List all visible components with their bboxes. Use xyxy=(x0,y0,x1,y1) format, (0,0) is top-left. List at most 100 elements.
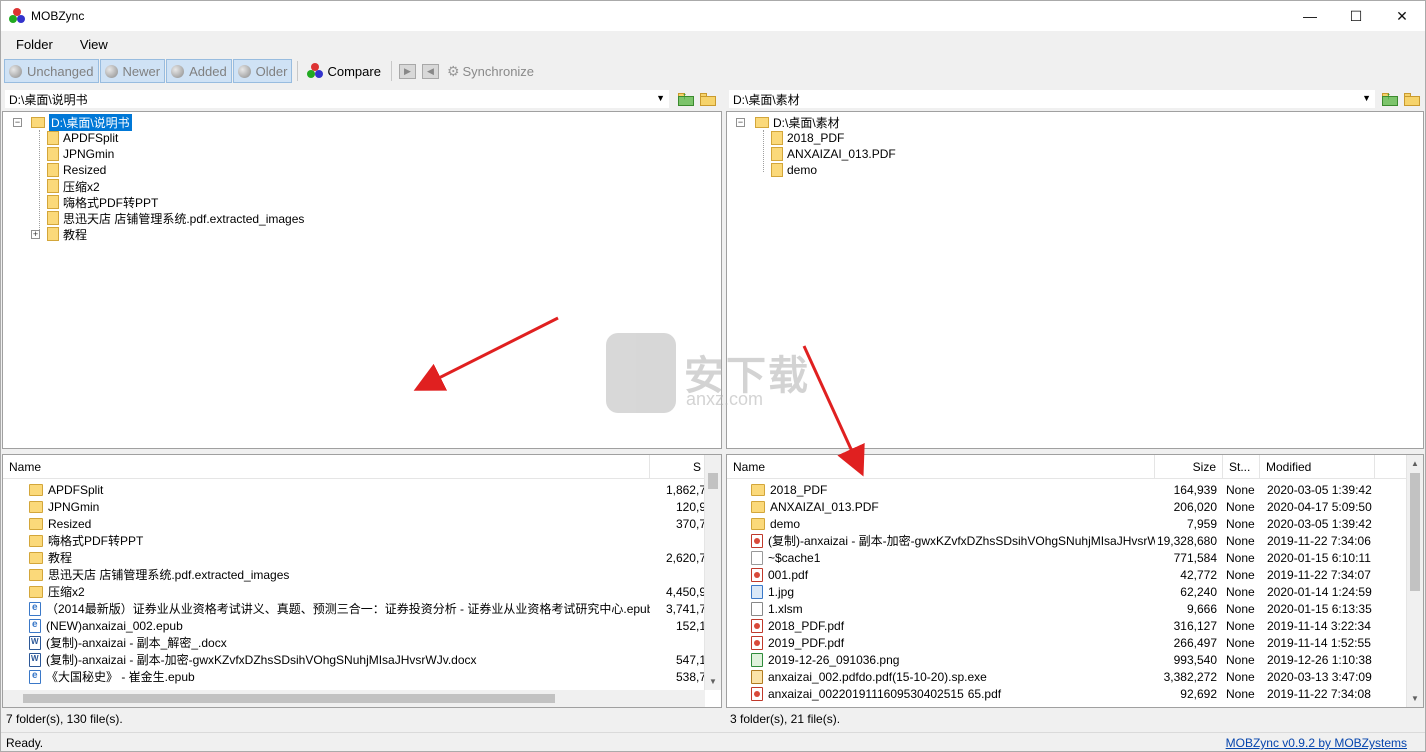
list-item-name-cell: (复制)-anxaizai - 副本-加密-gwxKZvfxDZhsSDsihV… xyxy=(727,532,1155,549)
expand-icon[interactable]: + xyxy=(31,230,40,239)
list-item[interactable]: 压缩x2 4,450,9 xyxy=(3,583,706,600)
list-item[interactable]: 2018_PDF 164,939 None 2020-03-05 1:39:42 xyxy=(727,481,1375,498)
column-header-size[interactable]: Size xyxy=(1155,455,1223,479)
tree-node[interactable]: 教程 xyxy=(47,226,87,242)
list-item[interactable]: 2019_PDF.pdf 266,497 None 2019-11-14 1:52:5… xyxy=(727,634,1375,651)
column-header-name[interactable]: Name xyxy=(3,455,650,479)
right-path-combobox[interactable]: D:\桌面\素材 ▼ xyxy=(728,89,1376,109)
column-header-status[interactable]: St... xyxy=(1223,455,1260,479)
list-item[interactable]: ~$cache1 771,584 None 2020-01-15 6:10:11 xyxy=(727,549,1375,566)
tree-node[interactable]: demo xyxy=(771,162,817,178)
about-link[interactable]: MOBZync v0.9.2 by MOBZystems xyxy=(1226,733,1407,752)
copy-left-icon[interactable]: ◀ xyxy=(421,63,439,79)
column-header-size[interactable]: S xyxy=(650,455,706,479)
tree-node[interactable]: 嗨格式PDF转PPT xyxy=(47,194,158,210)
copy-right-icon[interactable]: ▶ xyxy=(398,63,416,79)
folder-open-icon[interactable] xyxy=(700,92,716,106)
list-item-size: 266,497 xyxy=(1173,635,1217,650)
list-item-name: 2018_PDF xyxy=(770,482,828,497)
synchronize-button[interactable]: ⚙ Synchronize xyxy=(442,59,539,83)
status-text: Ready. xyxy=(6,736,44,750)
toolbar-separator xyxy=(390,61,392,81)
list-item[interactable]: 思迅天店 店铺管理系统.pdf.extracted_images xyxy=(3,566,706,583)
list-item-name-cell: 嗨格式PDF转PPT xyxy=(3,532,650,549)
tree-node[interactable]: JPNGmin xyxy=(47,146,114,162)
folder-up-icon[interactable]: ↑ xyxy=(1382,91,1398,106)
list-item[interactable]: JPNGmin 120,9 xyxy=(3,498,706,515)
list-item-status: None xyxy=(1226,669,1255,684)
scroll-down-icon[interactable]: ▼ xyxy=(1407,690,1423,707)
list-item-modified: 2020-01-15 6:10:11 xyxy=(1267,550,1371,565)
list-item[interactable]: 1.xlsm 9,666 None 2020-01-15 6:13:35 xyxy=(727,600,1375,617)
list-item-status: None xyxy=(1226,584,1255,599)
tree-node[interactable]: ANXAIZAI_013.PDF xyxy=(771,146,896,162)
left-list-vscrollbar[interactable]: ▼ xyxy=(704,455,721,690)
list-item-modified: 2019-11-22 7:34:07 xyxy=(1267,567,1371,582)
list-item[interactable]: 2018_PDF.pdf 316,127 None 2019-11-14 3:22:3… xyxy=(727,617,1375,634)
tree-node-label: JPNGmin xyxy=(63,147,115,161)
tree-root-node[interactable]: D:\桌面\素材 xyxy=(755,114,840,130)
compare-button[interactable]: Compare xyxy=(302,59,385,83)
filter-added-button[interactable]: Added xyxy=(166,59,232,83)
filter-newer-button[interactable]: Newer xyxy=(99,59,166,83)
tree-node[interactable]: 压缩x2 xyxy=(47,178,100,194)
scroll-down-icon[interactable]: ▼ xyxy=(705,673,721,690)
added-icon xyxy=(171,64,185,78)
list-item[interactable]: Resized 370,7 xyxy=(3,515,706,532)
column-header-name[interactable]: Name xyxy=(727,455,1155,479)
chevron-down-icon[interactable]: ▼ xyxy=(656,93,665,103)
scroll-up-icon[interactable]: ▲ xyxy=(1407,455,1423,472)
menu-view[interactable]: View xyxy=(65,37,120,52)
filter-unchanged-button[interactable]: Unchanged xyxy=(4,59,99,83)
list-item[interactable]: (复制)-anxaizai - 副本-加密-gwxKZvfxDZhsSDsihV… xyxy=(3,651,706,668)
folder-open-icon[interactable] xyxy=(1404,92,1420,106)
list-item[interactable]: 嗨格式PDF转PPT xyxy=(3,532,706,549)
list-item[interactable]: (复制)-anxaizai - 副本_解密_.docx xyxy=(3,634,706,651)
close-button[interactable]: ✕ xyxy=(1379,1,1425,31)
left-path-combobox[interactable]: D:\桌面\说明书 ▼ xyxy=(4,89,670,109)
list-item[interactable]: 001.pdf 42,772 None 2019-11-22 7:34:07 xyxy=(727,566,1375,583)
left-file-list[interactable]: Name S APDFSplit 1,862,7 JPNGmin 120,9 Resiz… xyxy=(2,454,722,708)
list-item[interactable]: (复制)-anxaizai - 副本-加密-gwxKZvfxDZhsSDsihV… xyxy=(727,532,1375,549)
left-folder-tree[interactable]: − D:\桌面\说明书 APDFSplit JPNGmin Resized 压缩… xyxy=(2,111,722,449)
list-item-size: 206,020 xyxy=(1173,499,1217,514)
right-file-list[interactable]: Name Size St... Modified 2018_PDF 164,939… xyxy=(726,454,1424,708)
list-item[interactable]: 教程 2,620,7 xyxy=(3,549,706,566)
folder-icon xyxy=(29,551,43,564)
tree-node[interactable]: 2018_PDF xyxy=(771,130,844,146)
list-item[interactable]: ANXAIZAI_013.PDF 206,020 None 2020-04-17 5:… xyxy=(727,498,1375,515)
list-item-status: None xyxy=(1226,635,1255,650)
list-item[interactable]: anxaizai_002.pdfdo.pdf(15-10-20).sp.exe 3… xyxy=(727,668,1375,685)
tree-node-label: 嗨格式PDF转PPT xyxy=(63,195,159,210)
synchronize-label: Synchronize xyxy=(462,63,535,79)
list-item[interactable]: anxaizai_0022019111609530402515 65.pdf 92… xyxy=(727,685,1375,702)
list-item[interactable]: （2014最新版）证券业从业资格考试讲义、真题、预测三合一：证券投资分析 - 证… xyxy=(3,600,706,617)
right-list-vscrollbar[interactable]: ▲ ▼ xyxy=(1406,455,1423,707)
menu-folder[interactable]: Folder xyxy=(1,37,65,52)
left-list-hscrollbar[interactable] xyxy=(3,690,705,707)
tree-node[interactable]: 思迅天店 店铺管理系统.pdf.extracted_images xyxy=(47,210,304,226)
list-item[interactable]: APDFSplit 1,862,7 xyxy=(3,481,706,498)
tree-node[interactable]: Resized xyxy=(47,162,106,178)
filter-older-button[interactable]: Older xyxy=(232,59,293,83)
list-item[interactable]: (NEW)anxaizai_002.epub 152,1 xyxy=(3,617,706,634)
list-item[interactable]: 2019-12-26_091036.png 993,540 None 2019-12-… xyxy=(727,651,1375,668)
maximize-button[interactable]: ☐ xyxy=(1333,1,1379,31)
minimize-button[interactable]: — xyxy=(1287,1,1333,31)
folder-up-icon[interactable]: ↑ xyxy=(678,91,694,106)
tree-root-node[interactable]: D:\桌面\说明书 xyxy=(31,113,132,131)
list-item-name: 压缩x2 xyxy=(48,585,85,599)
list-item[interactable]: 《大国秘史》 - 崔金生.epub 538,7 xyxy=(3,668,706,685)
list-item-name-cell: 压缩x2 xyxy=(3,583,650,600)
list-item-size: 3,382,272 xyxy=(1163,669,1217,684)
tree-node[interactable]: APDFSplit xyxy=(47,130,118,146)
chevron-down-icon[interactable]: ▼ xyxy=(1362,93,1371,103)
list-item[interactable]: 1.jpg 62,240 None 2020-01-14 1:24:59 xyxy=(727,583,1375,600)
collapse-icon[interactable]: − xyxy=(13,118,22,127)
column-header-modified[interactable]: Modified xyxy=(1260,455,1375,479)
collapse-icon[interactable]: − xyxy=(736,118,745,127)
right-folder-tree[interactable]: − D:\桌面\素材 2018_PDF ANXAIZAI_013.PDF dem… xyxy=(726,111,1424,449)
list-item[interactable]: demo 7,959 None 2020-03-05 1:39:42 xyxy=(727,515,1375,532)
folder-icon xyxy=(771,163,783,177)
doc-icon xyxy=(29,652,41,667)
